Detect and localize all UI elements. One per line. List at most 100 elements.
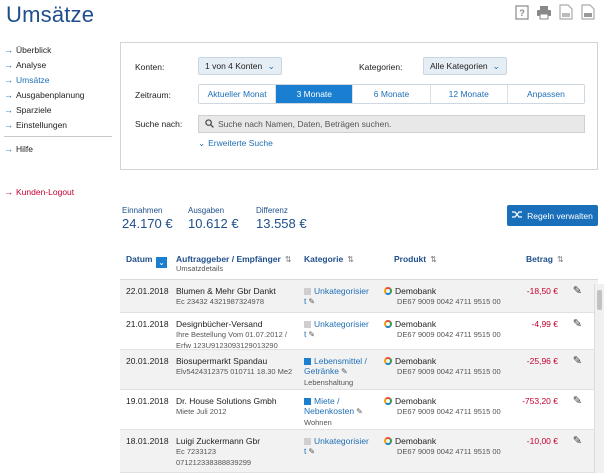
zeitraum-option-6-monate[interactable]: 6 Monate bbox=[353, 85, 431, 103]
edit-icon[interactable]: ✎ bbox=[573, 317, 582, 330]
zeitraum-option-aktueller-monat[interactable]: Aktueller Monat bbox=[199, 85, 277, 103]
table-scrollbar[interactable] bbox=[594, 284, 604, 473]
pencil-icon[interactable]: ✎ bbox=[308, 297, 315, 306]
svg-text:?: ? bbox=[519, 8, 525, 18]
header-auftraggeber[interactable]: Auftraggeber / Empfänger ⇅ bbox=[176, 254, 292, 264]
table-row[interactable]: 18.01.2018 Luigi Zuckermann Gbr Ec 723312… bbox=[120, 430, 598, 473]
kategorien-select[interactable]: Alle Kategorien ⌄ bbox=[423, 57, 507, 75]
sidebar-item-label: Analyse bbox=[16, 59, 47, 70]
zeitraum-option-3-monate[interactable]: 3 Monate bbox=[276, 85, 354, 103]
table-row[interactable]: 19.01.2018 Dr. House Solutions Gmbh Miete… bbox=[120, 390, 598, 430]
zeitraum-option-12-monate[interactable]: 12 Monate bbox=[430, 85, 508, 103]
sidebar-item-einstellungen[interactable]: → Einstellungen bbox=[0, 117, 112, 132]
manage-rules-button[interactable]: Regeln verwalten bbox=[507, 205, 598, 226]
header-kategorie[interactable]: Kategorie ⇅ bbox=[304, 254, 354, 264]
suche-label: Suche nach: bbox=[135, 119, 183, 129]
konten-label: Konten: bbox=[135, 62, 165, 72]
advanced-search-label: Erweiterte Suche bbox=[208, 138, 273, 148]
sidebar-item-ueberblick[interactable]: → Überblick bbox=[0, 42, 112, 57]
pencil-icon[interactable]: ✎ bbox=[308, 447, 315, 456]
search-input[interactable] bbox=[214, 119, 574, 129]
edit-icon[interactable]: ✎ bbox=[573, 284, 582, 297]
row-category-line2: t bbox=[304, 296, 307, 306]
ausgaben-label: Ausgaben bbox=[188, 206, 225, 215]
arrow-right-icon: → bbox=[4, 143, 13, 154]
edit-icon[interactable]: ✎ bbox=[573, 434, 582, 447]
row-product-name: Demobank bbox=[395, 356, 437, 366]
row-details: Ec 7233123 bbox=[176, 447, 217, 456]
row-payee: Dr. House Solutions Gmbh Miete Juli 2012 bbox=[176, 396, 277, 417]
row-category[interactable]: Unkategorisier t ✎ bbox=[304, 319, 369, 340]
kategorien-label: Kategorien: bbox=[359, 62, 403, 72]
logout-label: Kunden-Logout bbox=[16, 186, 75, 197]
chevron-down-icon: ⌄ bbox=[492, 61, 500, 71]
zeitraum-label: Zeitraum: bbox=[135, 90, 171, 100]
konten-select[interactable]: 1 von 4 Konten ⌄ bbox=[198, 57, 282, 75]
pencil-icon[interactable]: ✎ bbox=[308, 330, 315, 339]
einnahmen-value: 24.170 € bbox=[122, 216, 173, 231]
header-betrag[interactable]: Betrag ⇅ bbox=[526, 254, 564, 264]
edit-icon[interactable]: ✎ bbox=[573, 354, 582, 367]
row-category-line2: Getränke bbox=[304, 366, 339, 376]
row-category[interactable]: Unkategorisier t ✎ bbox=[304, 286, 369, 307]
sidebar-item-sparziele[interactable]: → Sparziele bbox=[0, 102, 112, 117]
row-category[interactable]: Lebensmittel / Getränke ✎ Lebenshaltung bbox=[304, 356, 367, 388]
row-category-group: Lebenshaltung bbox=[304, 378, 354, 387]
row-date: 22.01.2018 bbox=[126, 286, 169, 296]
sidebar-item-ausgabenplanung[interactable]: → Ausgabenplanung bbox=[0, 87, 112, 102]
row-product: Demobank DE67 9009 0042 4711 9515 00 bbox=[384, 319, 501, 340]
row-payee: Blumen & Mehr Gbr Dankt Ec 23432 43219873… bbox=[176, 286, 276, 307]
search-box bbox=[198, 115, 585, 133]
row-payee-name: Biosupermarkt Spandau bbox=[176, 356, 268, 366]
row-amount: -753,20 € bbox=[522, 396, 558, 406]
bank-logo-icon bbox=[384, 320, 392, 328]
table-row[interactable]: 22.01.2018 Blumen & Mehr Gbr Dankt Ec 234… bbox=[120, 280, 598, 313]
sort-icon: ⇅ bbox=[347, 255, 354, 265]
row-details: Ec 23432 4321987324978 bbox=[176, 297, 265, 306]
csv-export-icon[interactable] bbox=[580, 4, 596, 20]
summary-einnahmen: Einnahmen 24.170 € bbox=[122, 206, 173, 231]
sidebar-item-umsaetze[interactable]: → Umsätze bbox=[0, 72, 112, 87]
sidebar-item-analyse[interactable]: → Analyse bbox=[0, 57, 112, 72]
sidebar-nav: → Überblick → Analyse → Umsätze → Ausgabenpl… bbox=[0, 42, 112, 199]
table-row[interactable]: 21.01.2018 Designbücher-Versand Ihre Best… bbox=[120, 313, 598, 350]
row-category[interactable]: Miete / Nebenkosten ✎ Wohnen bbox=[304, 396, 363, 428]
sidebar-item-label: Umsätze bbox=[16, 74, 50, 85]
scrollbar-thumb[interactable] bbox=[597, 290, 602, 310]
row-date: 21.01.2018 bbox=[126, 319, 169, 329]
table-row[interactable]: 20.01.2018 Biosupermarkt Spandau Elv54243… bbox=[120, 350, 598, 390]
row-amount: -4,99 € bbox=[531, 319, 558, 329]
einnahmen-label: Einnahmen bbox=[122, 206, 163, 215]
bank-logo-icon bbox=[384, 357, 392, 365]
zeitraum-option-anpassen[interactable]: Anpassen bbox=[507, 85, 585, 103]
chevron-down-icon: ⌄ bbox=[267, 61, 275, 71]
help-icon[interactable]: ? bbox=[514, 4, 530, 20]
pdf-export-icon[interactable] bbox=[558, 4, 574, 20]
row-product-name: Demobank bbox=[395, 396, 437, 406]
row-payee: Designbücher-Versand Ihre Bestellung Vom … bbox=[176, 319, 287, 351]
row-category-line2: t bbox=[304, 446, 307, 456]
print-icon[interactable] bbox=[536, 4, 552, 20]
row-iban: DE67 9009 0042 4711 9515 00 bbox=[397, 297, 501, 306]
sidebar-item-hilfe[interactable]: → Hilfe bbox=[0, 141, 112, 156]
header-produkt[interactable]: Produkt ⇅ bbox=[394, 254, 437, 264]
sort-desc-icon[interactable]: ⌄ bbox=[156, 257, 167, 268]
bank-logo-icon bbox=[384, 397, 392, 405]
arrow-right-icon: → bbox=[4, 59, 13, 70]
category-color-swatch bbox=[304, 288, 311, 295]
pencil-icon[interactable]: ✎ bbox=[341, 367, 348, 376]
filter-panel: Konten: 1 von 4 Konten ⌄ Kategorien: All… bbox=[120, 42, 598, 170]
category-color-swatch bbox=[304, 438, 311, 445]
arrow-right-icon: → bbox=[4, 119, 13, 130]
row-product: Demobank DE67 9009 0042 4711 9515 00 bbox=[384, 436, 501, 457]
header-auftraggeber-label: Auftraggeber / Empfänger bbox=[176, 254, 281, 264]
row-category-line2: Nebenkosten bbox=[304, 406, 355, 416]
logout-link[interactable]: → Kunden-Logout bbox=[0, 184, 112, 199]
row-product-name: Demobank bbox=[395, 319, 437, 329]
row-category[interactable]: Unkategorisier t ✎ bbox=[304, 436, 369, 457]
edit-icon[interactable]: ✎ bbox=[573, 394, 582, 407]
header-datum[interactable]: Datum bbox=[126, 254, 152, 264]
advanced-search-toggle[interactable]: ⌄ Erweiterte Suche bbox=[198, 138, 273, 149]
pencil-icon[interactable]: ✎ bbox=[356, 407, 363, 416]
sidebar-item-label: Ausgabenplanung bbox=[16, 89, 85, 100]
